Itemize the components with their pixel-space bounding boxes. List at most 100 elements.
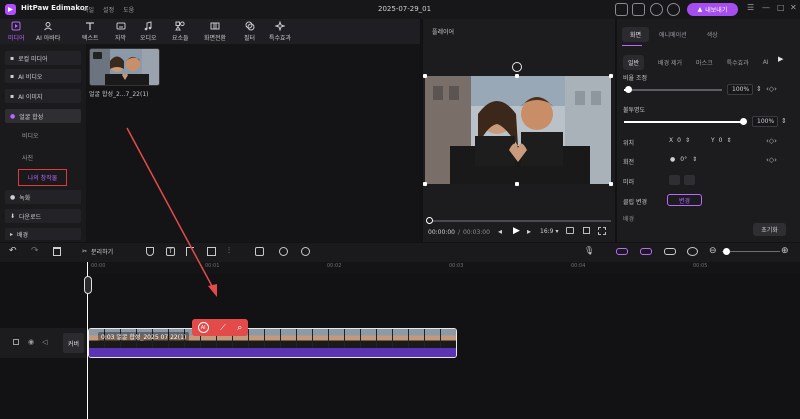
minimize-icon[interactable]: —	[762, 3, 770, 12]
sidebar-item-ai-image[interactable]: ▪ AI 이미지	[5, 89, 81, 103]
maximize-icon[interactable]: □	[777, 3, 785, 12]
mirror-vertical-icon[interactable]	[684, 175, 695, 185]
tab-effects[interactable]: 특수효과	[269, 21, 291, 42]
playback-progress[interactable]	[428, 220, 611, 222]
track-visibility-icon[interactable]: ◉	[28, 338, 34, 346]
scale-value-field[interactable]: 100%	[727, 84, 753, 95]
scale-stepper-icon[interactable]: ⇕	[756, 85, 762, 93]
tab-subtitle[interactable]: 자막	[115, 21, 126, 42]
reset-button[interactable]: 초기화	[753, 223, 786, 236]
tab-elements[interactable]: 요소들	[172, 21, 189, 42]
chevron-right-icon[interactable]: ▶	[778, 55, 783, 63]
crop-tool-icon[interactable]	[207, 247, 216, 256]
tab-text[interactable]: 텍스트	[82, 21, 99, 42]
media-thumbnail[interactable]	[89, 48, 160, 86]
cart-icon[interactable]	[615, 3, 628, 16]
tab-color[interactable]: 색상	[697, 30, 728, 39]
subtab-effects[interactable]: 특수효과	[727, 58, 749, 67]
keyframe-scale-icon[interactable]: ‹◇›	[766, 85, 777, 93]
subtab-ai[interactable]: AI	[763, 59, 769, 66]
menu-settings[interactable]: 설정	[103, 5, 114, 14]
screen-icon[interactable]	[632, 3, 645, 16]
tab-animation[interactable]: 애니메이션	[649, 30, 697, 39]
resize-handle[interactable]	[515, 74, 519, 78]
sidebar-item-ai-video[interactable]: ▪ AI 비디오	[5, 69, 81, 83]
tab-audio[interactable]: 오디오	[140, 21, 157, 42]
fit-icon[interactable]	[687, 247, 698, 256]
track-audio-icon[interactable]: ◁	[42, 338, 47, 346]
subtab-mask[interactable]: 마스크	[696, 58, 713, 67]
freeze-icon[interactable]	[255, 247, 264, 256]
snap-toggle-icon[interactable]	[616, 248, 628, 255]
speed-icon[interactable]	[301, 247, 310, 256]
resize-handle[interactable]	[423, 182, 427, 186]
keyframe-position-icon[interactable]: ‹◇›	[766, 137, 777, 145]
rotate-handle-icon[interactable]	[512, 62, 522, 72]
sidebar-item-face-swap[interactable]: ● 얼굴 합성	[5, 109, 81, 123]
magic-wand-icon[interactable]: ⟋	[220, 323, 226, 333]
tab-ai-avatar[interactable]: AI 아바타	[36, 21, 60, 42]
shield-icon[interactable]	[146, 247, 154, 256]
zoom-out-icon[interactable]: ⊖	[709, 246, 717, 256]
pos-x-stepper-icon[interactable]: ⇕	[685, 137, 690, 144]
export-button[interactable]: ▲ 내보내기	[687, 3, 738, 16]
redo-icon[interactable]: ↷	[31, 246, 39, 256]
sidebar-item-record[interactable]: ● 녹화	[5, 190, 81, 204]
sidebar-sub-video[interactable]: 비디오	[22, 131, 39, 140]
resize-handle[interactable]	[609, 182, 613, 186]
mic-icon[interactable]: 🎙	[584, 246, 594, 255]
opacity-stepper-icon[interactable]: ⇕	[781, 117, 787, 125]
zoom-slider-knob[interactable]	[723, 248, 730, 255]
rotate-stepper-icon[interactable]: ⇕	[692, 156, 697, 163]
scale-slider[interactable]	[624, 89, 722, 91]
menu-help[interactable]: 도움	[123, 5, 134, 14]
tab-media[interactable]: 미디어	[8, 21, 25, 42]
aspect-ratio-select[interactable]: 16:9 ▾	[540, 228, 559, 235]
mirror-horizontal-icon[interactable]	[669, 175, 680, 185]
pos-y-stepper-icon[interactable]: ⇕	[727, 137, 732, 144]
link-toggle-icon[interactable]	[640, 248, 652, 255]
cover-button[interactable]: 커버	[63, 333, 84, 353]
subtab-general[interactable]: 일반	[623, 55, 645, 70]
pos-y-value[interactable]: 0	[719, 137, 723, 144]
user-avatar-icon[interactable]	[667, 3, 680, 16]
menu-file[interactable]: 파일	[83, 5, 94, 14]
rotate-value[interactable]: 0°	[680, 156, 687, 163]
preview-frame[interactable]	[425, 76, 611, 184]
prev-frame-icon[interactable]: ◂	[498, 227, 502, 236]
flag-icon[interactable]	[186, 247, 194, 256]
opacity-slider[interactable]	[624, 121, 744, 123]
ai-tool-icon[interactable]: AI	[197, 322, 209, 333]
video-clip[interactable]: 0:03 얼굴 합성_2025 07 22(1)	[88, 328, 457, 358]
undo-icon[interactable]: ↶	[9, 246, 17, 256]
tab-filter[interactable]: 필터	[244, 21, 255, 42]
change-button[interactable]: 변경	[667, 194, 702, 206]
zoom-in-icon[interactable]: ⊕	[781, 246, 789, 256]
rotate-dial-icon[interactable]: ●	[670, 156, 675, 163]
sidebar-item-background[interactable]: ▸ 배경	[5, 228, 81, 240]
pos-x-value[interactable]: 0	[677, 137, 681, 144]
audio-wave-icon[interactable]: ⫶	[228, 246, 230, 256]
sidebar-sub-photo[interactable]: 사진	[22, 153, 33, 162]
person-icon[interactable]	[279, 247, 288, 256]
resize-handle[interactable]	[609, 74, 613, 78]
sidebar-item-download[interactable]: ⬇ 다운로드	[5, 209, 81, 223]
playhead-knob[interactable]	[84, 276, 92, 294]
search-icon[interactable]: ⌕	[237, 323, 242, 333]
next-frame-icon[interactable]: ▸	[527, 227, 531, 236]
progress-knob[interactable]	[426, 217, 433, 224]
resize-handle[interactable]	[515, 182, 519, 186]
keyframe-rotate-icon[interactable]: ‹◇›	[766, 156, 777, 164]
opacity-value-field[interactable]: 100%	[752, 116, 778, 127]
split-button[interactable]: ✂ 분리하기	[82, 247, 113, 256]
delete-icon[interactable]	[53, 247, 61, 256]
sidebar-sub-my-works[interactable]: 나의 창작물	[18, 169, 67, 186]
resize-handle[interactable]	[423, 74, 427, 78]
sidebar-item-local-media[interactable]: ▪ 로컬 미디어	[5, 51, 81, 65]
close-icon[interactable]: ✕	[790, 3, 797, 12]
subtab-remove-bg[interactable]: 배경 제거	[658, 58, 682, 67]
zoom-slider[interactable]	[722, 251, 780, 252]
play-icon[interactable]: ▶	[513, 226, 520, 236]
menu-icon[interactable]: ☰	[747, 3, 754, 12]
project-name[interactable]: 2025-07-29_01	[378, 5, 431, 13]
